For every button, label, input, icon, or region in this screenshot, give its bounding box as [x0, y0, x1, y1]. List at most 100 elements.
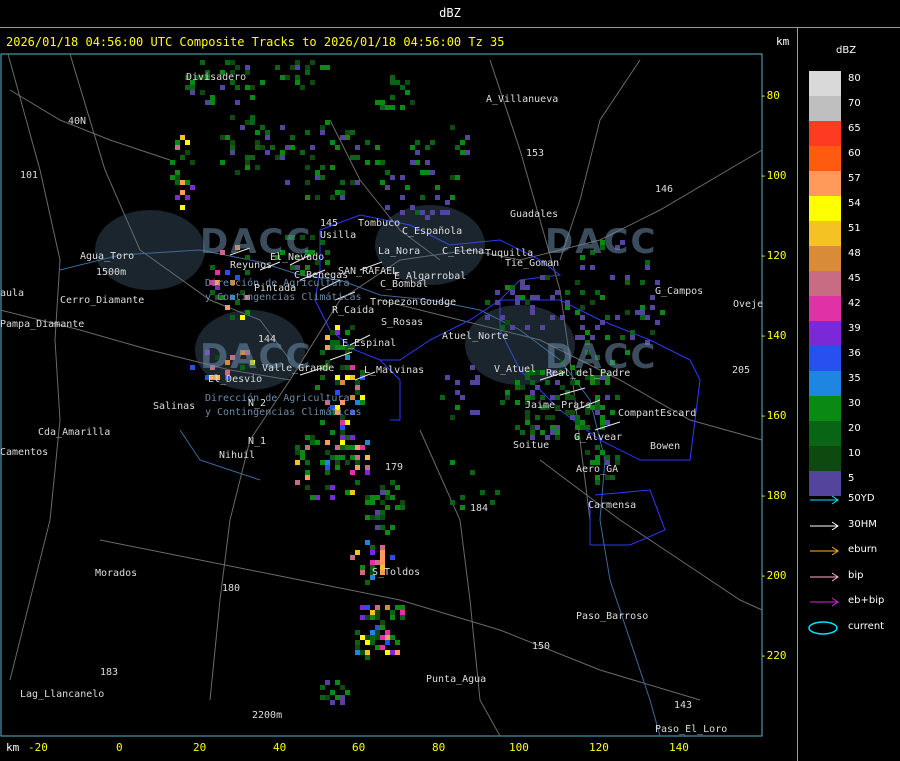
echo-cell — [375, 160, 380, 165]
echo-cell — [400, 195, 405, 200]
echo-cell — [630, 330, 635, 335]
echo-cell — [355, 155, 360, 160]
echo-cell — [375, 630, 380, 635]
legend-swatch — [809, 421, 841, 446]
echo-cell — [180, 180, 185, 185]
echo-cell — [350, 325, 355, 330]
echo-cell — [395, 650, 400, 655]
echo-cell — [320, 65, 325, 70]
place-label: Paso_El_Loro — [655, 724, 728, 735]
place-label: Divisadero — [186, 72, 247, 83]
echo-cell — [370, 545, 375, 550]
echo-cell — [250, 95, 255, 100]
echo-cell — [360, 565, 365, 570]
echo-cell — [525, 300, 530, 305]
echo-cell — [365, 465, 370, 470]
echo-cell — [605, 395, 610, 400]
echo-cell — [320, 460, 325, 465]
echo-cell — [305, 485, 310, 490]
echo-cell — [475, 375, 480, 380]
echo-cell — [365, 605, 370, 610]
echo-cell — [530, 390, 535, 395]
echo-cell — [405, 185, 410, 190]
echo-cell — [580, 325, 585, 330]
echo-cell — [390, 105, 395, 110]
echo-cell — [590, 265, 595, 270]
x-tick: -20 — [28, 741, 48, 754]
place-label: Valle_Grande — [262, 363, 335, 374]
echo-cell — [320, 125, 325, 130]
echo-cell — [355, 145, 360, 150]
echo-cell — [500, 315, 505, 320]
echo-cell — [320, 685, 325, 690]
echo-cell — [600, 415, 605, 420]
echo-cell — [545, 380, 550, 385]
radar-map[interactable] — [0, 0, 797, 761]
echo-cell — [505, 390, 510, 395]
echo-cell — [250, 120, 255, 125]
echo-cell — [535, 385, 540, 390]
echo-cell — [530, 305, 535, 310]
echo-cell — [490, 500, 495, 505]
echo-cell — [555, 430, 560, 435]
place-label: 101 — [20, 170, 39, 181]
echo-cell — [305, 470, 310, 475]
echo-cell — [495, 290, 500, 295]
place-label: C_Elena — [442, 246, 485, 257]
place-label: Camentos — [0, 447, 49, 458]
echo-cell — [605, 475, 610, 480]
echo-cell — [230, 315, 235, 320]
echo-cell — [355, 385, 360, 390]
echo-cell — [595, 475, 600, 480]
place-label: 184 — [470, 503, 489, 514]
echo-cell — [450, 195, 455, 200]
echo-cell — [320, 165, 325, 170]
x-tick: 40 — [273, 741, 287, 754]
echo-cell — [305, 70, 310, 75]
echo-cell — [495, 300, 500, 305]
echo-cell — [555, 380, 560, 385]
echo-cell — [310, 60, 315, 65]
echo-cell — [285, 180, 290, 185]
echo-cell — [175, 175, 180, 180]
echo-cell — [245, 65, 250, 70]
echo-cell — [250, 115, 255, 120]
echo-cell — [325, 250, 330, 255]
echo-cell — [575, 280, 580, 285]
echo-cell — [250, 155, 255, 160]
echo-cell — [385, 185, 390, 190]
echo-cell — [335, 445, 340, 450]
echo-cell — [335, 330, 340, 335]
echo-cell — [175, 140, 180, 145]
echo-cell — [265, 135, 270, 140]
echo-cell — [385, 490, 390, 495]
echo-cell — [390, 75, 395, 80]
echo-cell — [170, 175, 175, 180]
echo-cell — [210, 265, 215, 270]
echo-cell — [440, 395, 445, 400]
echo-cell — [325, 440, 330, 445]
echo-cell — [365, 455, 370, 460]
map-frame — [0, 53, 763, 737]
echo-cell — [640, 315, 645, 320]
place-label: N_1 — [248, 436, 267, 447]
echo-cell — [355, 630, 360, 635]
place-label: Tropezon — [370, 297, 419, 308]
place-label: Oveje — [733, 299, 764, 310]
echo-cell — [485, 300, 490, 305]
place-label: Pintada — [254, 283, 297, 294]
echo-cell — [370, 630, 375, 635]
echo-cell — [360, 395, 365, 400]
place-label: 205 — [732, 365, 751, 376]
echo-cell — [185, 85, 190, 90]
echo-cell — [525, 375, 530, 380]
legend-label: 39 — [848, 323, 861, 334]
echo-cell — [260, 125, 265, 130]
echo-cell — [380, 515, 385, 520]
echo-cell — [605, 315, 610, 320]
echo-cell — [355, 645, 360, 650]
echo-cell — [340, 180, 345, 185]
echo-cell — [405, 90, 410, 95]
place-label: 183 — [100, 667, 119, 678]
echo-cell — [365, 655, 370, 660]
